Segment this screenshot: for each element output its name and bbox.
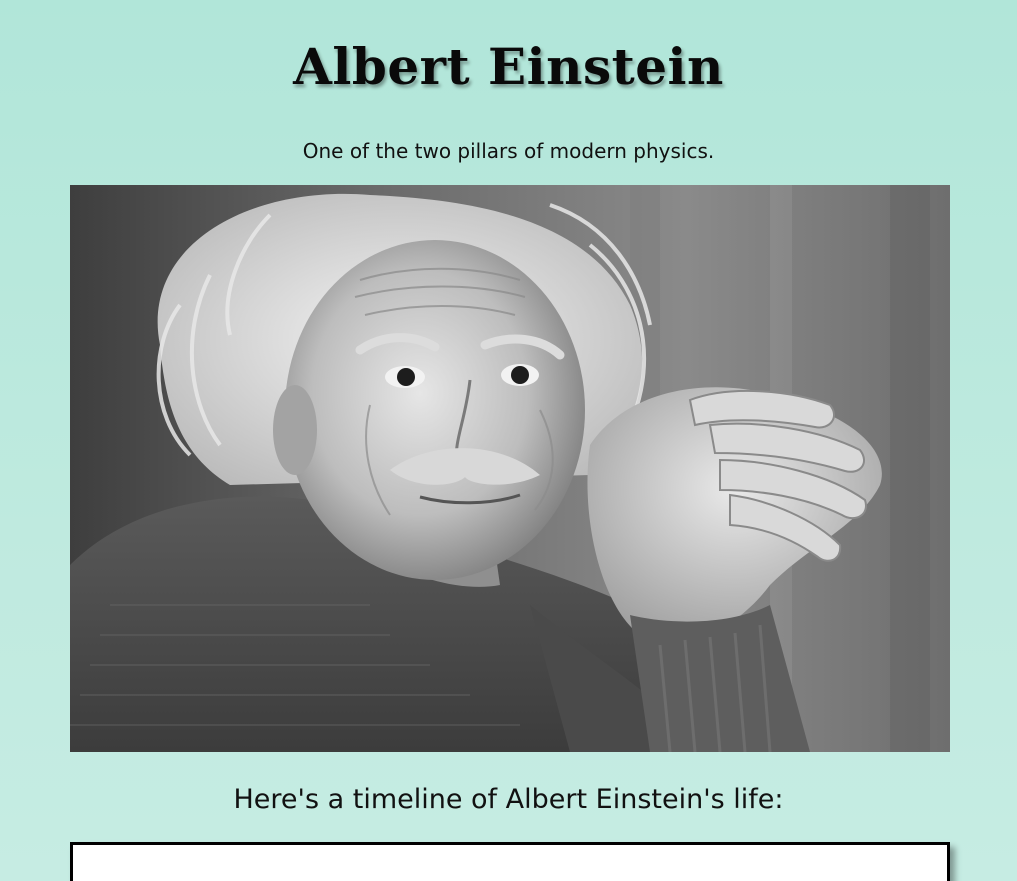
timeline-heading: Here's a timeline of Albert Einstein's l… <box>233 784 784 815</box>
page-tagline: One of the two pillars of modern physics… <box>302 139 715 163</box>
timeline-list-container <box>70 842 950 881</box>
tribute-page: Albert Einstein One of the two pillars o… <box>0 0 1017 881</box>
einstein-portrait-image <box>70 185 950 752</box>
page-title: Albert Einstein <box>293 37 724 96</box>
